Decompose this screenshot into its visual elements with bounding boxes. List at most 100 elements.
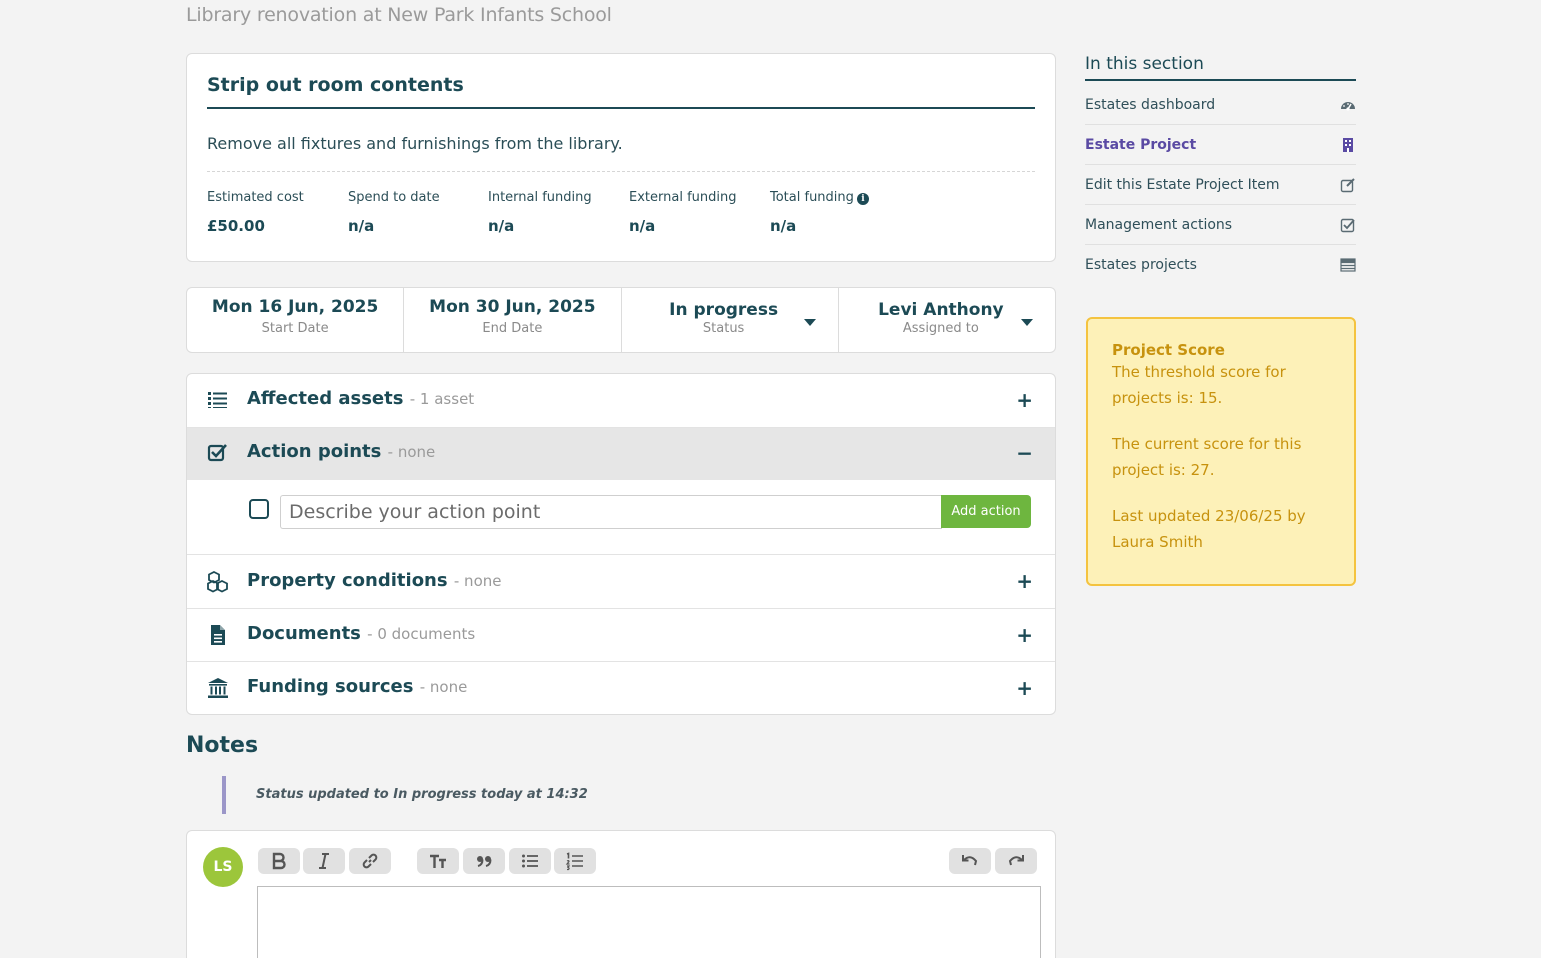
section-count: - none xyxy=(387,443,436,461)
bold-button[interactable] xyxy=(258,848,300,874)
financial-value: n/a xyxy=(770,217,797,235)
text-size-button[interactable] xyxy=(417,848,459,874)
end-date-value: Mon 30 Jun, 2025 xyxy=(429,297,596,317)
section-action-points[interactable]: Action points - none − xyxy=(187,428,1055,480)
financial-label: Estimated cost xyxy=(207,190,304,205)
file-icon xyxy=(211,625,225,645)
sidebar-item-label: Estates dashboard xyxy=(1085,97,1216,113)
redo-icon xyxy=(1008,855,1024,866)
sidebar-item-estates-projects[interactable]: Estates projects xyxy=(1085,245,1356,285)
add-action-button[interactable]: Add action xyxy=(941,495,1031,528)
financial-value: n/a xyxy=(629,217,656,235)
item-summary-card: Strip out room contents Remove all fixtu… xyxy=(186,53,1056,262)
assignee-dropdown[interactable]: Levi Anthony Assigned to xyxy=(839,288,1055,352)
text-size-icon xyxy=(430,854,446,868)
total-funding: Total funding i n/a xyxy=(770,190,869,235)
info-icon[interactable]: i xyxy=(856,193,869,205)
financial-value: n/a xyxy=(348,217,375,235)
financial-label: Spend to date xyxy=(348,190,440,205)
financial-value: n/a xyxy=(488,217,515,235)
cubes-icon xyxy=(207,571,228,593)
action-point-input[interactable] xyxy=(280,495,942,529)
item-description: Remove all fixtures and furnishings from… xyxy=(207,134,623,153)
bullet-list-button[interactable] xyxy=(509,848,551,874)
check-square-icon xyxy=(207,444,227,462)
notes-heading: Notes xyxy=(186,733,259,758)
link-button[interactable] xyxy=(349,848,391,874)
sidebar-item-label: Management actions xyxy=(1085,217,1233,233)
start-date-label: Start Date xyxy=(261,321,329,336)
section-property-conditions[interactable]: Property conditions - none + xyxy=(187,555,1055,609)
section-affected-assets[interactable]: Affected assets - 1 asset + xyxy=(187,374,1055,428)
section-documents[interactable]: Documents - 0 documents + xyxy=(187,609,1055,662)
italic-icon xyxy=(319,853,329,869)
section-funding-sources[interactable]: Funding sources - none + xyxy=(187,662,1055,714)
financial-label: External funding xyxy=(629,190,737,205)
external-funding: External funding n/a xyxy=(629,190,736,235)
building-icon xyxy=(1343,138,1353,152)
note-text-area[interactable] xyxy=(257,886,1041,958)
sidebar-item-label: Estate Project xyxy=(1085,137,1197,153)
undo-icon xyxy=(962,855,978,866)
check-square-icon xyxy=(1340,218,1355,233)
threshold-score-text: The threshold score for projects is: 15. xyxy=(1112,363,1286,407)
assignee-label: Assigned to xyxy=(902,321,979,336)
quote-icon xyxy=(477,856,492,867)
redo-button[interactable] xyxy=(995,848,1037,874)
expand-icon[interactable]: + xyxy=(1016,625,1033,645)
edit-icon xyxy=(1340,178,1355,193)
expand-icon[interactable]: + xyxy=(1016,678,1033,698)
avatar: LS xyxy=(203,847,243,887)
estimated-cost: Estimated cost £50.00 xyxy=(207,190,304,235)
sidebar-heading: In this section xyxy=(1085,54,1356,81)
end-date-label: End Date xyxy=(482,321,543,336)
description-divider xyxy=(207,171,1035,172)
collapse-icon[interactable]: − xyxy=(1016,443,1033,463)
italic-button[interactable] xyxy=(303,848,345,874)
list-icon xyxy=(1340,258,1356,272)
sidebar-item-label: Edit this Estate Project Item xyxy=(1085,177,1280,193)
sidebar-item-estates-dashboard[interactable]: Estates dashboard xyxy=(1085,85,1356,125)
note-editor: LS xyxy=(186,830,1056,958)
score-title: Project Score xyxy=(1112,341,1225,359)
undo-button[interactable] xyxy=(949,848,991,874)
section-title: Documents xyxy=(247,623,361,644)
action-point-form: Add action xyxy=(187,480,1055,555)
sidebar-item-edit-item[interactable]: Edit this Estate Project Item xyxy=(1085,165,1356,205)
financial-label: Total funding xyxy=(770,190,854,205)
score-updated-text: Last updated 23/06/25 by Laura Smith xyxy=(1112,507,1306,551)
dashboard-icon xyxy=(1341,102,1355,111)
status-value: In progress xyxy=(669,300,779,320)
sidebar-nav: Estates dashboard Estate Project Edit th… xyxy=(1085,85,1356,285)
expand-icon[interactable]: + xyxy=(1016,390,1033,410)
title-divider xyxy=(207,107,1035,109)
sidebar-item-estate-project[interactable]: Estate Project xyxy=(1085,125,1356,165)
item-meta-bar: Mon 16 Jun, 2025 Start Date Mon 30 Jun, … xyxy=(186,287,1056,353)
status-dropdown[interactable]: In progress Status xyxy=(622,288,839,352)
list-icon xyxy=(208,392,227,408)
quote-button[interactable] xyxy=(463,848,505,874)
caret-down-icon xyxy=(803,319,816,326)
project-score-panel: Project Score The threshold score for pr… xyxy=(1086,317,1356,586)
financial-value: £50.00 xyxy=(207,217,265,235)
start-date-value: Mon 16 Jun, 2025 xyxy=(211,297,379,317)
section-title: Affected assets xyxy=(247,388,404,409)
end-date: Mon 30 Jun, 2025 End Date xyxy=(404,288,622,352)
bank-icon xyxy=(208,678,228,698)
action-point-checkbox[interactable] xyxy=(249,499,269,519)
note-entry: Status updated to In progress today at 1… xyxy=(222,776,588,814)
sidebar-item-management-actions[interactable]: Management actions xyxy=(1085,205,1356,245)
section-title: Property conditions xyxy=(247,570,448,591)
page-subtitle: Library renovation at New Park Infants S… xyxy=(186,4,612,26)
link-icon xyxy=(362,853,378,869)
section-title: Action points xyxy=(247,441,382,462)
numbered-list-button[interactable] xyxy=(554,848,596,874)
spend-to-date: Spend to date n/a xyxy=(348,190,440,235)
expand-icon[interactable]: + xyxy=(1016,571,1033,591)
status-label: Status xyxy=(702,321,745,336)
financial-label: Internal funding xyxy=(488,190,592,205)
start-date: Mon 16 Jun, 2025 Start Date xyxy=(187,288,405,352)
section-count: - none xyxy=(419,678,468,696)
internal-funding: Internal funding n/a xyxy=(488,190,592,235)
section-title: Funding sources xyxy=(247,676,414,697)
